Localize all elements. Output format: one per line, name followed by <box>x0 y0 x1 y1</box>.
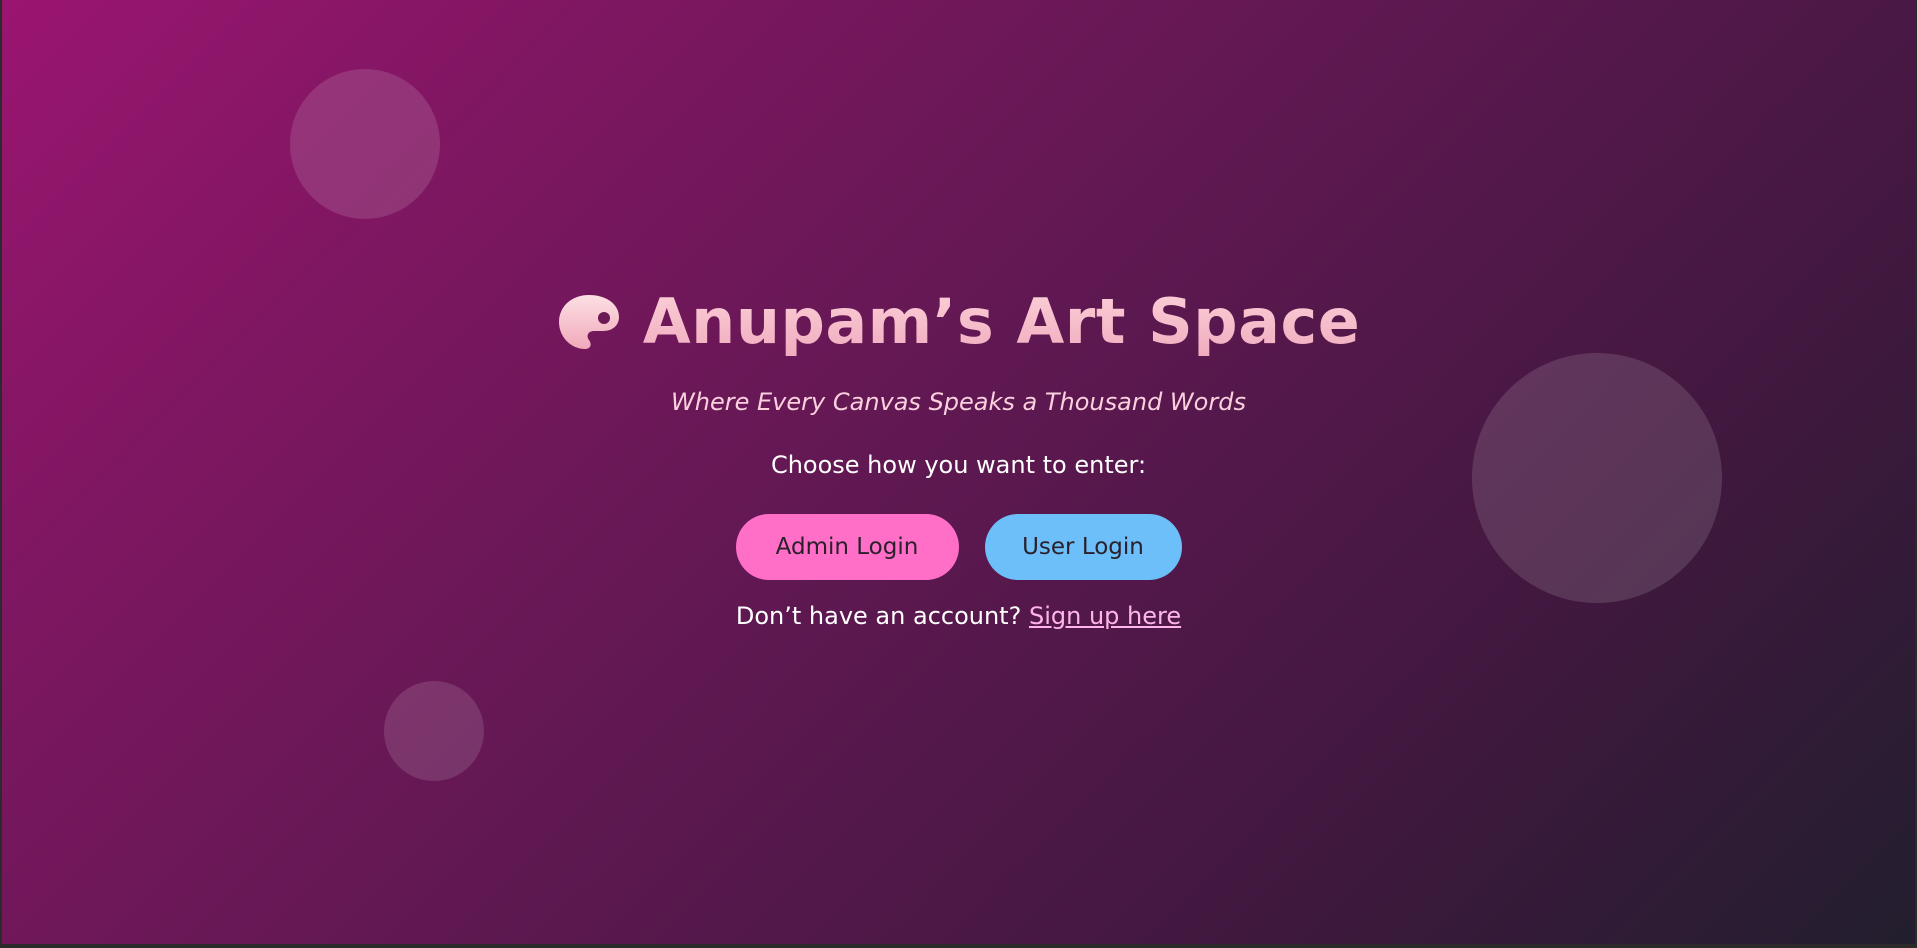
page-title: Anupam’s Art Space <box>643 282 1361 362</box>
signup-link[interactable]: Sign up here <box>1029 602 1181 630</box>
tagline: Where Every Canvas Speaks a Thousand Wor… <box>671 388 1246 416</box>
signup-line: Don’t have an account? Sign up here <box>2 602 1915 630</box>
header: Anupam’s Art Space <box>2 282 1915 362</box>
login-prompt: Choose how you want to enter: <box>770 451 1147 479</box>
decorative-circle <box>290 69 440 219</box>
admin-login-button[interactable]: Admin Login <box>735 514 959 580</box>
landing-page: Anupam’s Art Space Where Every Canvas Sp… <box>2 0 1915 944</box>
palette-icon <box>557 293 621 351</box>
login-buttons: Admin Login User Login <box>2 514 1915 580</box>
user-login-button[interactable]: User Login <box>984 514 1182 580</box>
decorative-circle <box>384 681 484 781</box>
signup-text: Don’t have an account? <box>735 602 1022 630</box>
